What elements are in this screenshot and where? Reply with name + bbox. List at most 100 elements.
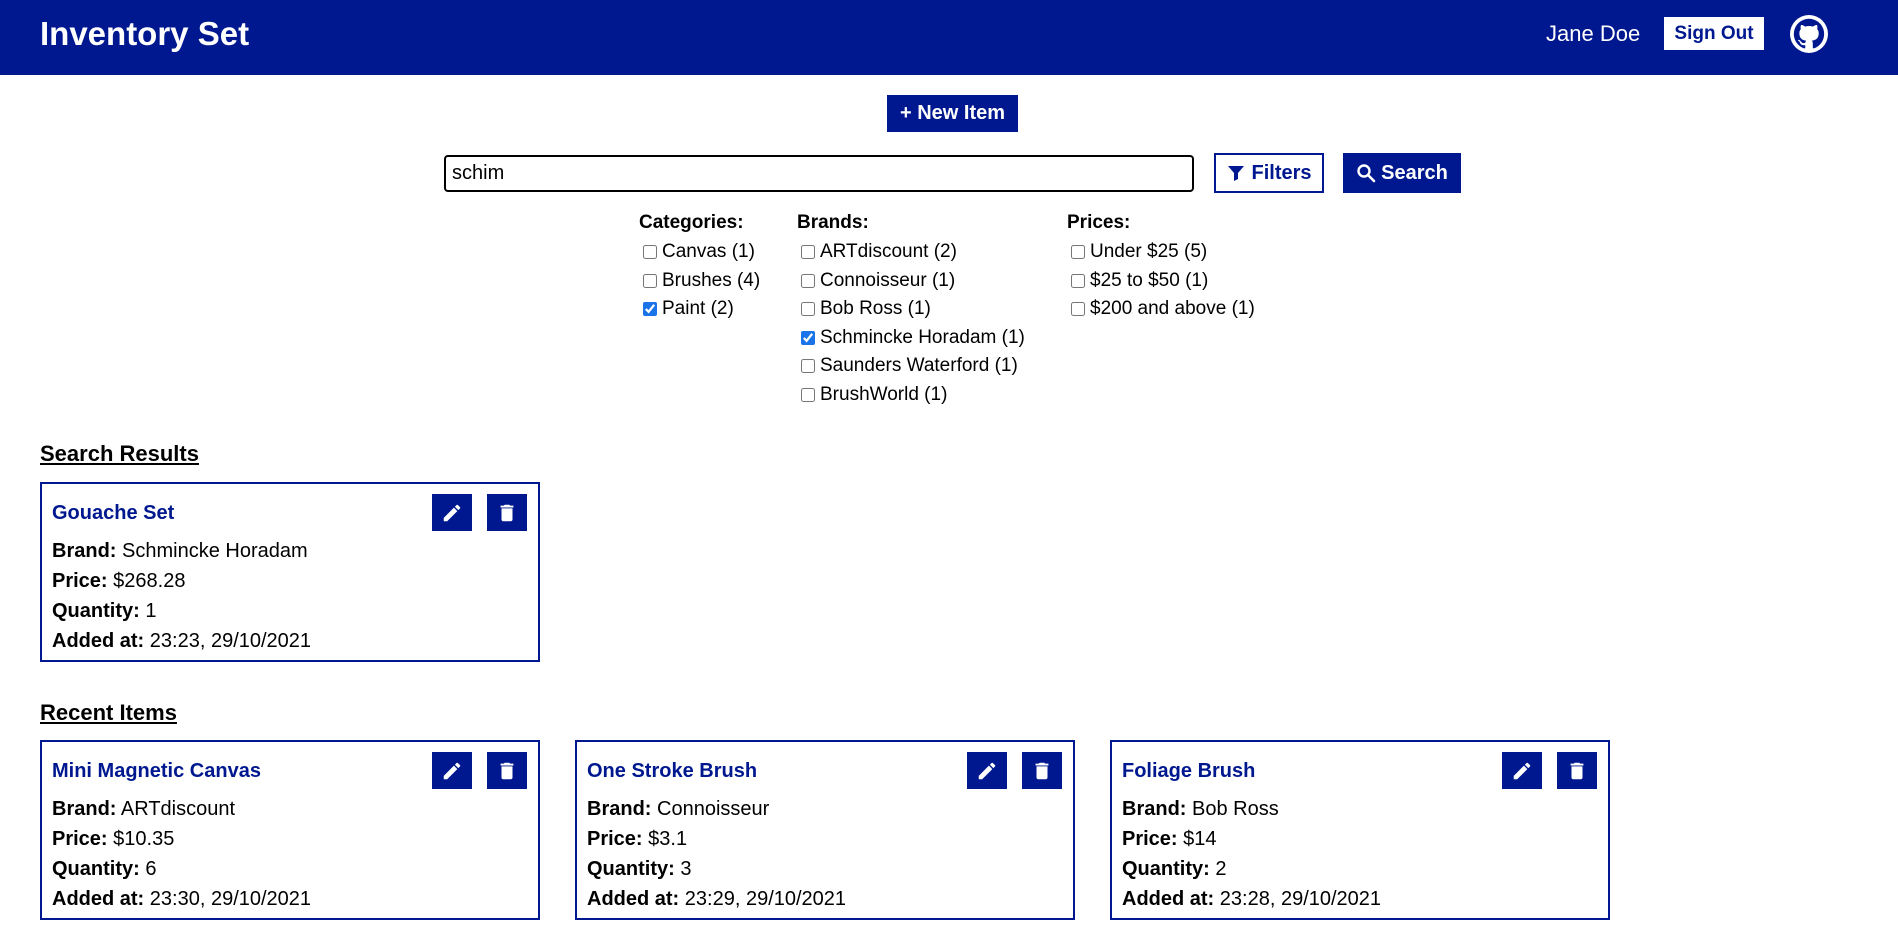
trash-icon [500,762,514,779]
trash-icon [1570,762,1584,779]
item-added-at: Added at: 23:29, 29/10/2021 [587,887,846,911]
added-at-value: 23:29, 29/10/2021 [684,888,847,910]
app-title: Inventory Set [40,15,250,52]
brand-filter-heading: Brands: [797,212,869,233]
filters-button[interactable]: Filters [1214,153,1324,193]
brand-checkbox-brushworld[interactable] [801,387,815,402]
category-checkbox-canvas[interactable] [643,245,657,260]
quantity-value: 2 [1215,858,1227,880]
price-label: Price: [52,570,108,592]
category-option-label: Brushes (4) [662,269,761,291]
brand-option[interactable]: Saunders Waterford (1) [797,352,1025,381]
brand-option[interactable]: Connoisseur (1) [797,267,1025,296]
quantity-label: Quantity: [587,858,675,880]
brand-checkbox-artdiscount[interactable] [801,245,815,260]
brand-checkbox-bob-ross[interactable] [801,302,815,317]
trash-icon [1035,762,1049,779]
price-option[interactable]: Under $25 (5) [1067,238,1255,267]
added-at-value: 23:23, 29/10/2021 [149,630,312,652]
item-name[interactable]: One Stroke Brush [587,759,757,783]
price-option-label: $200 and above (1) [1090,298,1255,319]
price-value: $268.28 [113,570,186,592]
price-option-label: $25 to $50 (1) [1090,269,1209,291]
brand-checkbox-schmincke-horadam[interactable] [801,330,815,345]
brand-option-label: Connoisseur (1) [820,269,956,291]
brand-option-label: Bob Ross (1) [820,298,931,319]
search-button[interactable]: Search [1343,153,1461,193]
brand-checkbox-connoisseur[interactable] [801,273,815,288]
brand-value: Schmincke Horadam [122,540,308,562]
edit-button[interactable] [967,752,1007,789]
added-at-label: Added at: [52,630,145,652]
quantity-label: Quantity: [52,858,140,880]
category-filter-heading: Categories: [639,212,744,233]
recent-items-title: Recent Items [40,700,177,725]
new-item-button[interactable]: + New Item [887,95,1018,132]
filter-icon [1226,163,1246,183]
delete-button[interactable] [487,494,527,531]
brand-label: Brand: [587,798,652,820]
delete-button[interactable] [1557,752,1597,789]
brand-label: Brand: [52,540,117,562]
filters-button-label: Filters [1251,161,1312,184]
brand-option[interactable]: BrushWorld (1) [797,381,1025,410]
trash-icon [500,504,514,521]
search-results-title: Search Results [40,441,199,466]
category-option[interactable]: Paint (2) [639,295,760,324]
brand-label: Brand: [52,798,117,820]
edit-button[interactable] [432,752,472,789]
quantity-value: 1 [145,600,157,622]
category-option[interactable]: Canvas (1) [639,238,760,267]
delete-button[interactable] [487,752,527,789]
brand-option-label: Saunders Waterford (1) [820,355,1018,376]
brand-value: ARTdiscount [120,798,236,820]
brand-filter-group: Brands: ARTdiscount (2) Connoisseur (1) … [797,212,1025,409]
item-quantity: Quantity: 2 [1122,857,1226,881]
sign-out-button[interactable]: Sign Out [1664,17,1764,50]
item-name[interactable]: Gouache Set [52,501,174,525]
item-card: One Stroke Brush Brand: Connoisseur Pric… [575,740,1075,920]
brand-value: Bob Ross [1192,798,1279,820]
item-card: Mini Magnetic Canvas Brand: ARTdiscount … [40,740,540,920]
quantity-label: Quantity: [1122,858,1210,880]
item-name[interactable]: Mini Magnetic Canvas [52,759,261,783]
price-value: $14 [1183,828,1217,850]
item-name[interactable]: Foliage Brush [1122,759,1255,783]
price-checkbox-under-25[interactable] [1071,245,1085,260]
pencil-icon [1513,762,1531,779]
item-quantity: Quantity: 1 [52,599,156,623]
brand-option[interactable]: ARTdiscount (2) [797,238,1025,267]
brand-option-label: ARTdiscount (2) [820,241,957,262]
category-option[interactable]: Brushes (4) [639,267,760,296]
app-header: Inventory Set Jane Doe Sign Out [0,0,1898,75]
price-option[interactable]: $25 to $50 (1) [1067,267,1255,296]
brand-option[interactable]: Schmincke Horadam (1) [797,324,1025,353]
item-added-at: Added at: 23:30, 29/10/2021 [52,887,311,911]
price-checkbox-200-and-above[interactable] [1071,302,1085,317]
github-icon[interactable] [1790,15,1828,53]
item-price: Price: $3.1 [587,827,687,851]
category-filter-group: Categories: Canvas (1) Brushes (4) Paint… [639,212,760,324]
brand-value: Connoisseur [657,798,770,820]
category-checkbox-paint[interactable] [643,302,657,317]
category-checkbox-brushes[interactable] [643,273,657,288]
brand-option-label: Schmincke Horadam (1) [820,326,1025,348]
brand-option[interactable]: Bob Ross (1) [797,295,1025,324]
edit-button[interactable] [1502,752,1542,789]
item-price: Price: $268.28 [52,569,185,593]
item-added-at: Added at: 23:28, 29/10/2021 [1122,887,1381,911]
added-at-label: Added at: [1122,888,1215,910]
item-quantity: Quantity: 3 [587,857,691,881]
item-quantity: Quantity: 6 [52,857,156,881]
price-option[interactable]: $200 and above (1) [1067,295,1255,324]
price-checkbox-25-to-50[interactable] [1071,273,1085,288]
edit-button[interactable] [432,494,472,531]
price-label: Price: [52,828,108,850]
delete-button[interactable] [1022,752,1062,789]
price-value: $3.1 [648,828,688,850]
pencil-icon [978,762,996,779]
search-input[interactable] [444,155,1194,192]
item-brand: Brand: Bob Ross [1122,797,1279,821]
item-brand: Brand: ARTdiscount [52,797,235,821]
brand-checkbox-saunders-waterford[interactable] [801,359,815,374]
